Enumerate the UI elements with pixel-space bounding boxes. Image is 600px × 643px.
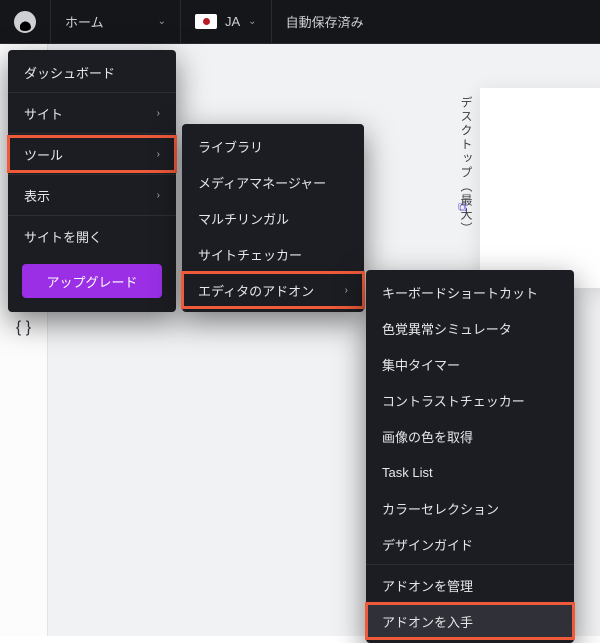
chevron-right-icon: › [157,149,160,160]
menu-item-dashboard[interactable]: ダッシュボード [8,54,176,90]
submenu-item-multilingual[interactable]: マルチリンガル [182,200,364,236]
submenu-item-media-manager[interactable]: メディアマネージャー [182,164,364,200]
chevron-down-icon: ⌄ [158,16,166,27]
menu-item-site[interactable]: サイト› [8,95,176,131]
addon-item-task-list[interactable]: Task List [366,454,574,490]
app-logo-cell[interactable] [0,0,51,43]
submenu-item-editor-addons[interactable]: エディタのアドオン› [182,272,364,308]
addon-item-get-image-color[interactable]: 画像の色を取得 [366,418,574,454]
addon-item-keyboard-shortcuts[interactable]: キーボードショートカット [366,274,574,310]
language-dropdown[interactable]: JA ⌄ [181,0,272,43]
flag-jp-icon [195,14,217,29]
chevron-down-icon: ⌄ [248,16,256,27]
addons-submenu: キーボードショートカット 色覚異常シミュレータ 集中タイマー コントラストチェッ… [366,270,574,643]
menu-item-view[interactable]: 表示› [8,177,176,213]
addon-item-design-guide[interactable]: デザインガイド [366,526,574,562]
home-label: ホーム [65,12,104,31]
submenu-item-library[interactable]: ライブラリ [182,128,364,164]
app-logo-icon [14,11,36,33]
addon-item-manage-addons[interactable]: アドオンを管理 [366,567,574,603]
chevron-right-icon: › [157,190,160,201]
chevron-right-icon: › [157,108,160,119]
submenu-item-site-checker[interactable]: サイトチェッカー [182,236,364,272]
home-dropdown[interactable]: ホーム ⌄ [51,0,181,43]
code-braces-icon[interactable]: { } [0,310,47,346]
tools-submenu: ライブラリ メディアマネージャー マルチリンガル サイトチェッカー エディタのア… [182,124,364,312]
preview-card [480,88,600,288]
viewport-label: デスクトップ（最大） [458,96,475,236]
autosave-label: 自動保存済み [286,12,364,31]
topbar: ホーム ⌄ JA ⌄ 自動保存済み [0,0,600,44]
menu-item-tools[interactable]: ツール› [8,136,176,172]
addon-item-focus-timer[interactable]: 集中タイマー [366,346,574,382]
upgrade-button[interactable]: アップグレード [22,264,162,298]
language-code: JA [225,14,240,29]
menu-item-open-site[interactable]: サイトを開く [8,218,176,254]
addon-item-get-addons[interactable]: アドオンを入手 [366,603,574,639]
addon-item-color-selection[interactable]: カラーセレクション [366,490,574,526]
autosave-status: 自動保存済み [272,0,378,43]
copy-icon[interactable]: ⧉ [458,200,467,215]
main-menu: ダッシュボード サイト› ツール› 表示› サイトを開く アップグレード [8,50,176,312]
addon-item-color-blindness-sim[interactable]: 色覚異常シミュレータ [366,310,574,346]
addon-item-contrast-checker[interactable]: コントラストチェッカー [366,382,574,418]
chevron-right-icon: › [345,285,348,296]
